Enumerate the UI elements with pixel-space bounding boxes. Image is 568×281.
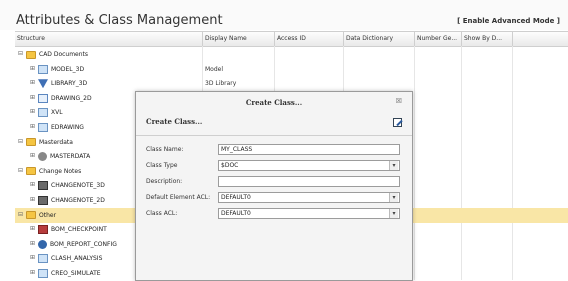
tree-node: ⊞ XVL <box>29 105 63 120</box>
expand-toggle-icon[interactable]: ⊞ <box>29 197 36 204</box>
tree-node: ⊞ CHANGENOTE_3D <box>29 178 105 193</box>
tree-node-label: CHANGENOTE_3D <box>51 182 105 190</box>
tree-node: ⊞ DRAWING_2D <box>29 91 92 106</box>
description-label: Description: <box>146 178 183 185</box>
tree-node-label: LIBRARY_3D <box>51 80 88 88</box>
bom-checkpoint-icon <box>38 225 48 235</box>
tree-node-label: Masterdata <box>39 138 73 146</box>
class-acl-label: Class ACL: <box>146 210 178 217</box>
dialog-divider <box>136 135 412 136</box>
tree-node-label: Change Notes <box>39 167 82 175</box>
create-class-dialog: Create Class... ☒ Create Class... Class … <box>135 91 413 281</box>
dialog-subtitle: Create Class... <box>146 117 203 126</box>
enable-advanced-mode-link[interactable]: [ Enable Advanced Mode ] <box>457 17 560 25</box>
tree-node: ⊞ MASTERDATA <box>29 149 90 164</box>
expand-toggle-icon[interactable]: ⊞ <box>29 109 36 116</box>
document-icon <box>38 123 48 132</box>
tree-node-label: BOM_CHECKPOINT <box>51 226 107 234</box>
class-name-label: Class Name: <box>146 146 184 153</box>
class-type-label: Class Type <box>146 162 178 169</box>
expand-toggle-icon[interactable]: ⊟ <box>17 167 24 175</box>
tree-node: ⊟ CAD Documents <box>17 47 88 62</box>
library-icon <box>38 79 48 89</box>
default-element-acl-label: Default Element ACL: <box>146 194 211 201</box>
column-header-structure[interactable]: Structure <box>15 32 203 46</box>
tree-node-label: CHANGENOTE_2D <box>51 197 105 204</box>
drawing-icon <box>38 93 48 103</box>
tree-node-label: Other <box>39 211 57 219</box>
tree-node-label: CAD Documents <box>39 51 89 58</box>
tree-node: ⊞ CHANGENOTE_2D <box>29 193 105 208</box>
tree-node-label: MASTERDATA <box>50 153 91 161</box>
folder-icon <box>26 138 36 147</box>
tree-row[interactable]: ⊞ MODEL_3D Model <box>15 62 568 77</box>
expand-toggle-icon[interactable]: ⊟ <box>17 51 24 58</box>
expand-toggle-icon[interactable]: ⊞ <box>29 240 36 248</box>
bom-report-icon <box>38 239 47 249</box>
tree-node-label: BOM_REPORT_CONFIG <box>50 240 117 248</box>
column-header-number-generator[interactable]: Number Ge... <box>415 32 462 46</box>
grid-header-row: Structure Display Name Access ID Data Di… <box>15 32 568 47</box>
expand-toggle-icon[interactable]: ⊞ <box>29 80 36 87</box>
column-header-show-by-default[interactable]: Show By D... <box>462 32 513 46</box>
document-icon <box>38 269 48 278</box>
tree-node-label: CREO_SIMULATE <box>51 270 101 277</box>
expand-toggle-icon[interactable]: ⊞ <box>29 94 36 102</box>
changenote-icon <box>38 181 48 191</box>
changenote-icon <box>38 196 48 205</box>
expand-toggle-icon[interactable]: ⊞ <box>29 255 36 262</box>
folder-icon <box>26 211 36 220</box>
tree-node-label: XVL <box>51 109 63 117</box>
tree-node-label: DRAWING_2D <box>51 94 92 102</box>
expand-toggle-icon[interactable]: ⊞ <box>29 153 36 160</box>
tree-node: ⊟ Other <box>17 208 56 223</box>
expand-toggle-icon[interactable]: ⊞ <box>29 65 36 73</box>
document-icon <box>38 254 48 264</box>
column-header-display-name[interactable]: Display Name <box>203 32 275 46</box>
tree-node: ⊞ BOM_CHECKPOINT <box>29 222 107 237</box>
tree-row[interactable]: ⊞ LIBRARY_3D 3D Library <box>15 76 568 91</box>
folder-icon <box>26 167 36 176</box>
class-acl-select[interactable]: DEFAULT0 <box>218 208 400 219</box>
tree-node: ⊞ MODEL_3D <box>29 62 84 77</box>
tree-node: ⊞ CLASH_ANALYSIS <box>29 251 102 266</box>
tree-node-label: CLASH_ANALYSIS <box>51 255 103 263</box>
dialog-title: Create Class... <box>245 98 303 107</box>
tree-row[interactable]: ⊟ CAD Documents <box>15 47 568 62</box>
column-header-data-dictionary[interactable]: Data Dictionary <box>344 32 415 46</box>
tree-node: ⊞ BOM_REPORT_CONFIG <box>29 237 117 252</box>
expand-toggle-icon[interactable]: ⊟ <box>17 211 24 219</box>
class-name-input[interactable]: MY_CLASS <box>218 144 400 155</box>
class-type-select[interactable]: $DOC <box>218 160 400 171</box>
tree-node: ⊟ Masterdata <box>17 135 73 150</box>
display-name-cell: Model <box>205 65 224 73</box>
tree-node-label: EDRAWING <box>51 124 84 131</box>
expand-toggle-icon[interactable]: ⊟ <box>17 138 24 146</box>
tree-node: ⊞ LIBRARY_3D <box>29 76 87 91</box>
tree-node: ⊟ Change Notes <box>17 164 81 179</box>
expand-toggle-icon[interactable]: ⊞ <box>29 182 36 189</box>
tree-node: ⊞ EDRAWING <box>29 120 84 135</box>
folder-icon <box>26 50 36 59</box>
masterdata-icon <box>38 152 47 162</box>
description-input[interactable] <box>218 176 400 187</box>
page-header: Attributes & Class Management [ Enable A… <box>0 0 568 30</box>
expand-toggle-icon[interactable]: ⊞ <box>29 226 36 233</box>
column-header-access-id[interactable]: Access ID <box>275 32 344 46</box>
edit-icon[interactable] <box>393 118 402 127</box>
close-icon[interactable]: ☒ <box>396 97 402 105</box>
document-icon <box>38 108 48 118</box>
default-element-acl-select[interactable]: DEFAULT0 <box>218 192 400 203</box>
expand-toggle-icon[interactable]: ⊞ <box>29 124 36 131</box>
document-icon <box>38 64 48 74</box>
display-name-cell: 3D Library <box>205 80 237 88</box>
expand-toggle-icon[interactable]: ⊞ <box>29 270 36 277</box>
tree-node-label: MODEL_3D <box>51 65 85 73</box>
page-title: Attributes & Class Management <box>16 13 223 28</box>
